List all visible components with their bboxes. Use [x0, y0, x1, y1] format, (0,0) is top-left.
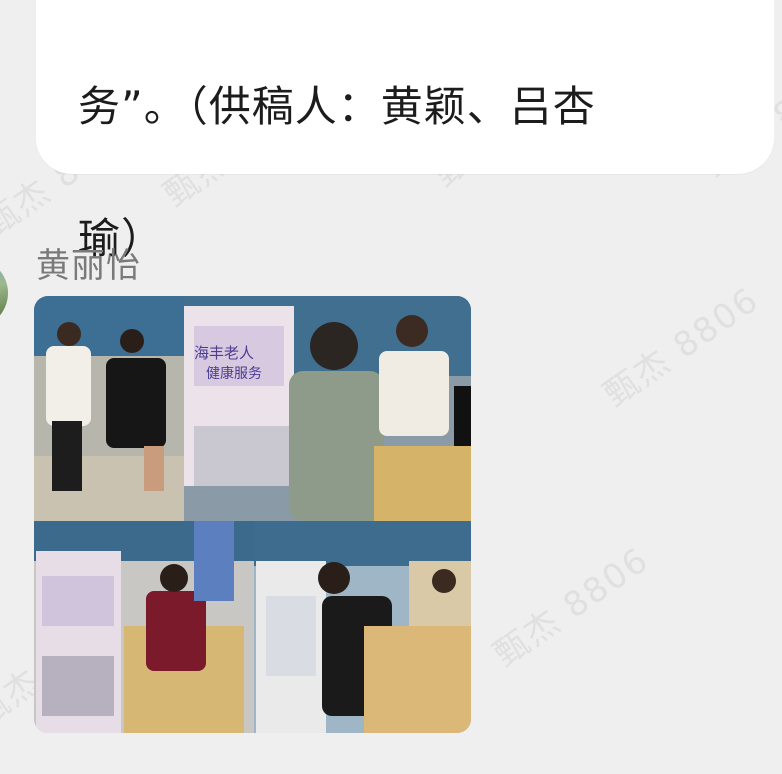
message-line: 务”。（供稿人：黄颖、吕杏 [78, 82, 596, 131]
message-text: 务”。（供稿人：黄颖、吕杏 瑜） [78, 8, 698, 338]
message-line: 瑜） [78, 214, 165, 263]
photo-collage-image: 海丰老人 健康服务 [34, 296, 471, 733]
photo-collage[interactable]: 海丰老人 健康服务 [34, 296, 471, 733]
poster-caption: 海丰老人 [194, 344, 254, 362]
avatar[interactable] [0, 258, 8, 328]
poster-caption: 健康服务 [206, 365, 262, 382]
sender-name: 黄丽怡 [36, 246, 141, 286]
watermark: 甄杰 8806 [486, 539, 657, 676]
